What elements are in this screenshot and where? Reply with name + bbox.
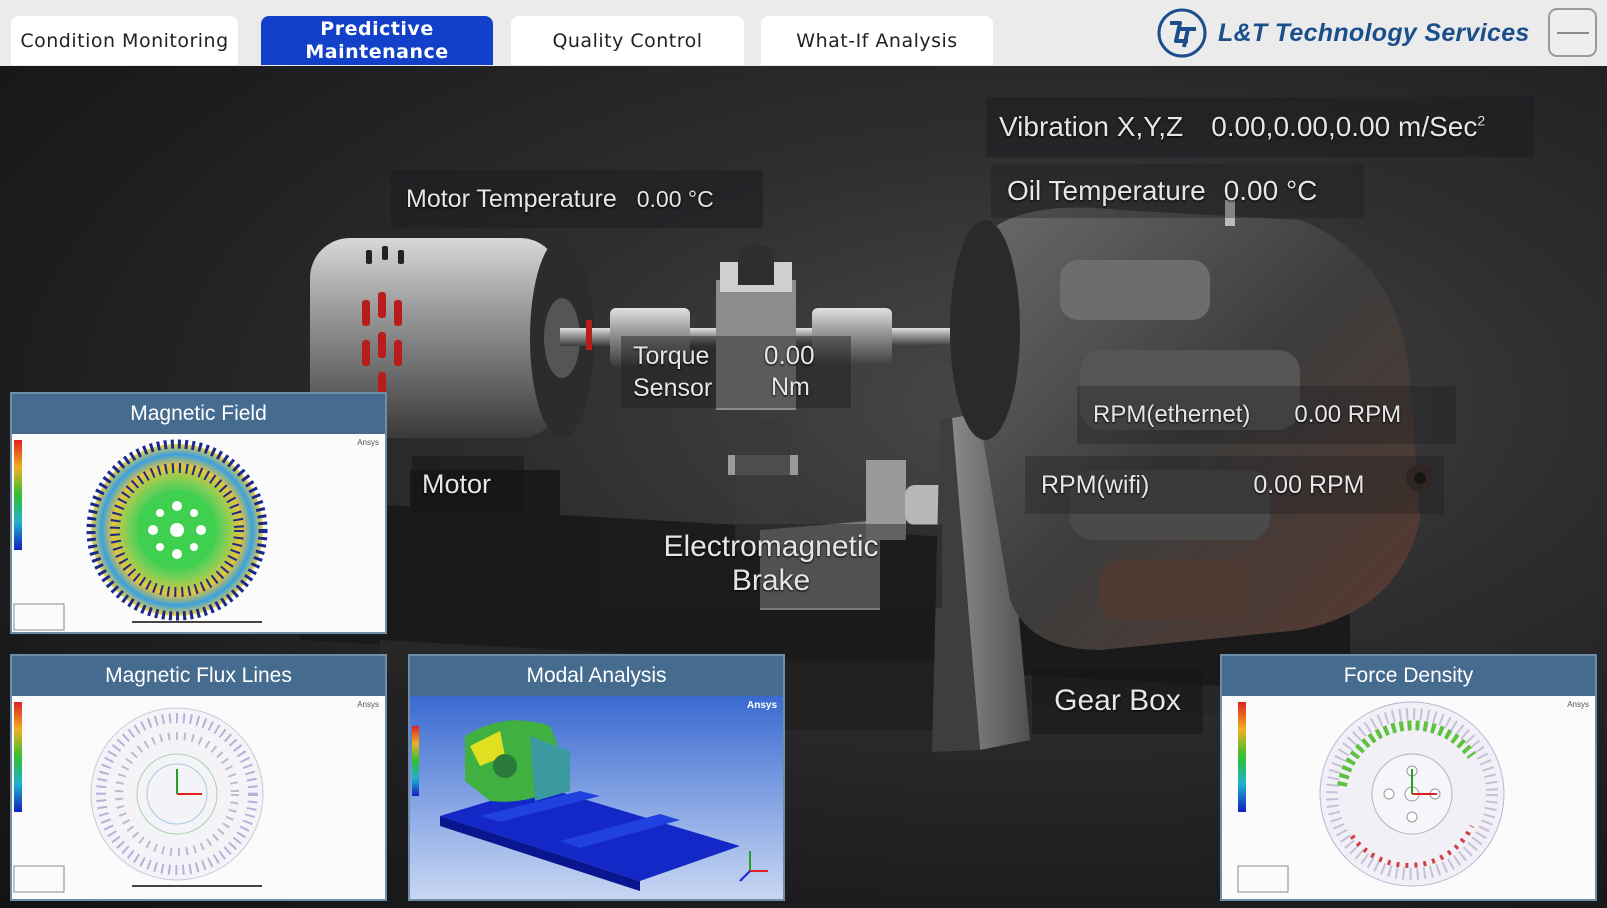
tab-what-if-analysis[interactable]: What-If Analysis [761,16,993,65]
magnetic-field-panel[interactable]: Magnetic Field Ansys [10,392,387,634]
oil-temperature-label: Oil Temperature [1007,175,1206,206]
vibration-number: 0.00,0.00,0.00 m/Sec [1211,111,1478,142]
lt-logo-icon [1157,8,1207,58]
ansys-mark: Ansys [357,700,379,709]
force-density-plot [1237,701,1505,893]
electromagnetic-brake-label: Electromagnetic Brake [600,524,942,608]
tab-predictive-maintenance[interactable]: Predictive Maintenance [261,16,493,65]
magnetic-flux-lines-plot [13,702,264,893]
brand: L&T Technology Services [1156,6,1530,60]
force-density-image: Ansys [1222,696,1595,899]
magnetic-field-title: Magnetic Field [12,394,385,434]
vibration-unit-superscript: 2 [1477,112,1486,129]
force-density-panel[interactable]: Force Density Ansys [1220,654,1597,901]
magnetic-flux-lines-title: Magnetic Flux Lines [12,656,385,696]
brake-label-line1: Electromagnetic [663,530,879,563]
motor-temperature-value: 0.00 °C [636,185,714,212]
modal-analysis-title: Modal Analysis [410,656,783,696]
ansys-mark: Ansys [746,700,777,711]
torque-label-line2: Sensor [633,374,713,402]
brake-label-line2: Brake [731,564,811,597]
modal-analysis-panel[interactable]: Modal Analysis Ansys [408,654,785,901]
minimize-button[interactable] [1548,8,1597,57]
modal-analysis-image: Ansys [410,696,783,899]
ansys-mark: Ansys [1567,700,1589,709]
rpm-ethernet-label: RPM(ethernet) [1093,401,1251,428]
gearbox-label: Gear Box [1032,668,1203,734]
motor-temperature-label: Motor Temperature [406,184,617,213]
modal-analysis-plot [412,720,768,891]
rpm-wifi-label: RPM(wifi) [1041,470,1150,499]
torque-label-line1: Torque [633,342,710,370]
torque-sensor-readout: Torque Sensor 0.00 Nm [621,336,851,408]
rpm-ethernet-value: 0.00 RPM [1294,401,1402,428]
torque-unit: Nm [771,373,810,401]
magnetic-field-image: Ansys [12,434,385,632]
ansys-mark: Ansys [357,438,379,447]
tab-condition-monitoring[interactable]: Condition Monitoring [11,16,238,65]
motor-temperature-readout: Motor Temperature 0.00 °C [391,170,763,228]
force-density-title: Force Density [1222,656,1595,696]
magnetic-field-plot [13,439,268,631]
minus-icon [1556,31,1589,34]
rpm-wifi-value: 0.00 RPM [1253,470,1365,499]
rpm-ethernet-readout: RPM(ethernet) 0.00 RPM [1077,386,1456,444]
vibration-readout: Vibration X,Y,Z 0.00,0.00,0.00 m/Sec2 [986,97,1534,157]
rpm-wifi-readout: RPM(wifi) 0.00 RPM [1025,456,1444,514]
vibration-label: Vibration X,Y,Z [999,111,1184,142]
tab-quality-control[interactable]: Quality Control [511,16,744,65]
oil-temperature-value: 0.00 °C [1223,175,1318,206]
top-bar: Condition Monitoring Predictive Maintena… [0,0,1607,66]
magnetic-flux-lines-panel[interactable]: Magnetic Flux Lines Ansys [10,654,387,901]
magnetic-flux-lines-image: Ansys [12,696,385,899]
torque-value: 0.00 [764,340,815,370]
oil-temperature-readout: Oil Temperature 0.00 °C [991,164,1364,218]
vibration-value: 0.00,0.00,0.00 m/Sec2 [1211,111,1485,143]
motor-label: Motor [412,456,524,512]
brand-name: L&T Technology Services [1218,18,1530,47]
